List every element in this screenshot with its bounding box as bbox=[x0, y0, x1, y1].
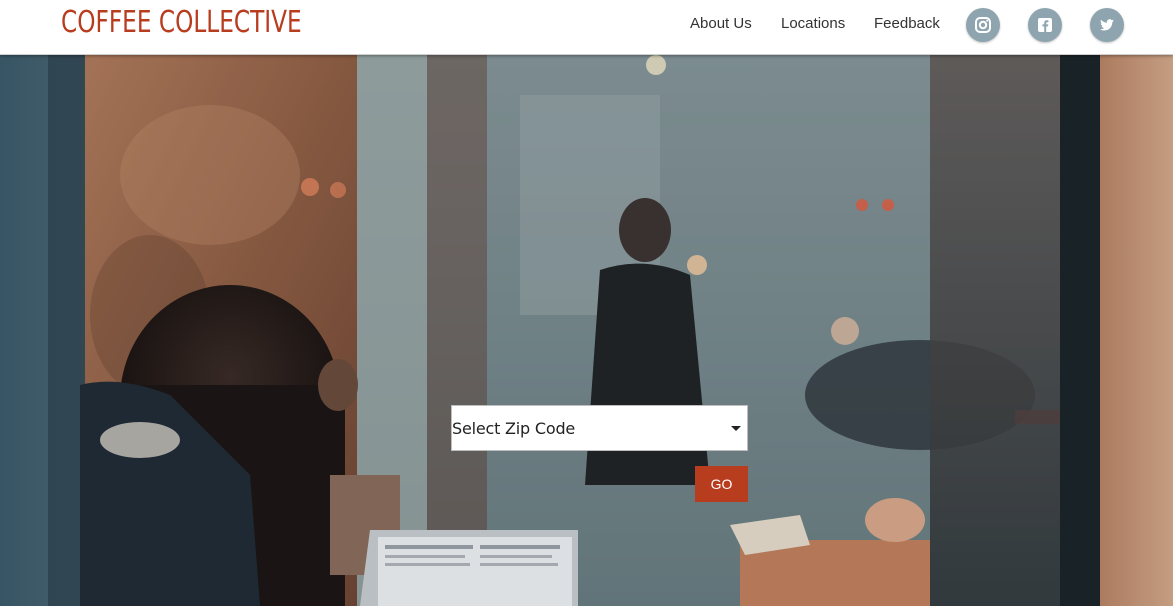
twitter-button[interactable] bbox=[1090, 8, 1124, 42]
site-header: COFFEE COLLECTIVE About Us Locations Fee… bbox=[0, 0, 1173, 55]
facebook-button[interactable] bbox=[1028, 8, 1062, 42]
chevron-down-icon bbox=[731, 426, 741, 431]
nav-link-about-us[interactable]: About Us bbox=[690, 15, 752, 32]
instagram-icon bbox=[975, 17, 991, 33]
brand-logo-text[interactable]: COFFEE COLLECTIVE bbox=[61, 5, 302, 40]
go-button[interactable]: GO bbox=[695, 466, 748, 502]
instagram-button[interactable] bbox=[966, 8, 1000, 42]
hero-background-image: Select Zip Code GO bbox=[0, 55, 1173, 606]
zip-code-select-value: Select Zip Code bbox=[452, 419, 576, 438]
cafe-window-photo bbox=[0, 55, 1173, 606]
nav-link-locations[interactable]: Locations bbox=[781, 15, 845, 32]
facebook-icon bbox=[1038, 18, 1052, 32]
twitter-icon bbox=[1100, 19, 1114, 31]
nav-link-feedback[interactable]: Feedback bbox=[874, 15, 940, 32]
zip-code-select[interactable]: Select Zip Code bbox=[451, 405, 748, 451]
